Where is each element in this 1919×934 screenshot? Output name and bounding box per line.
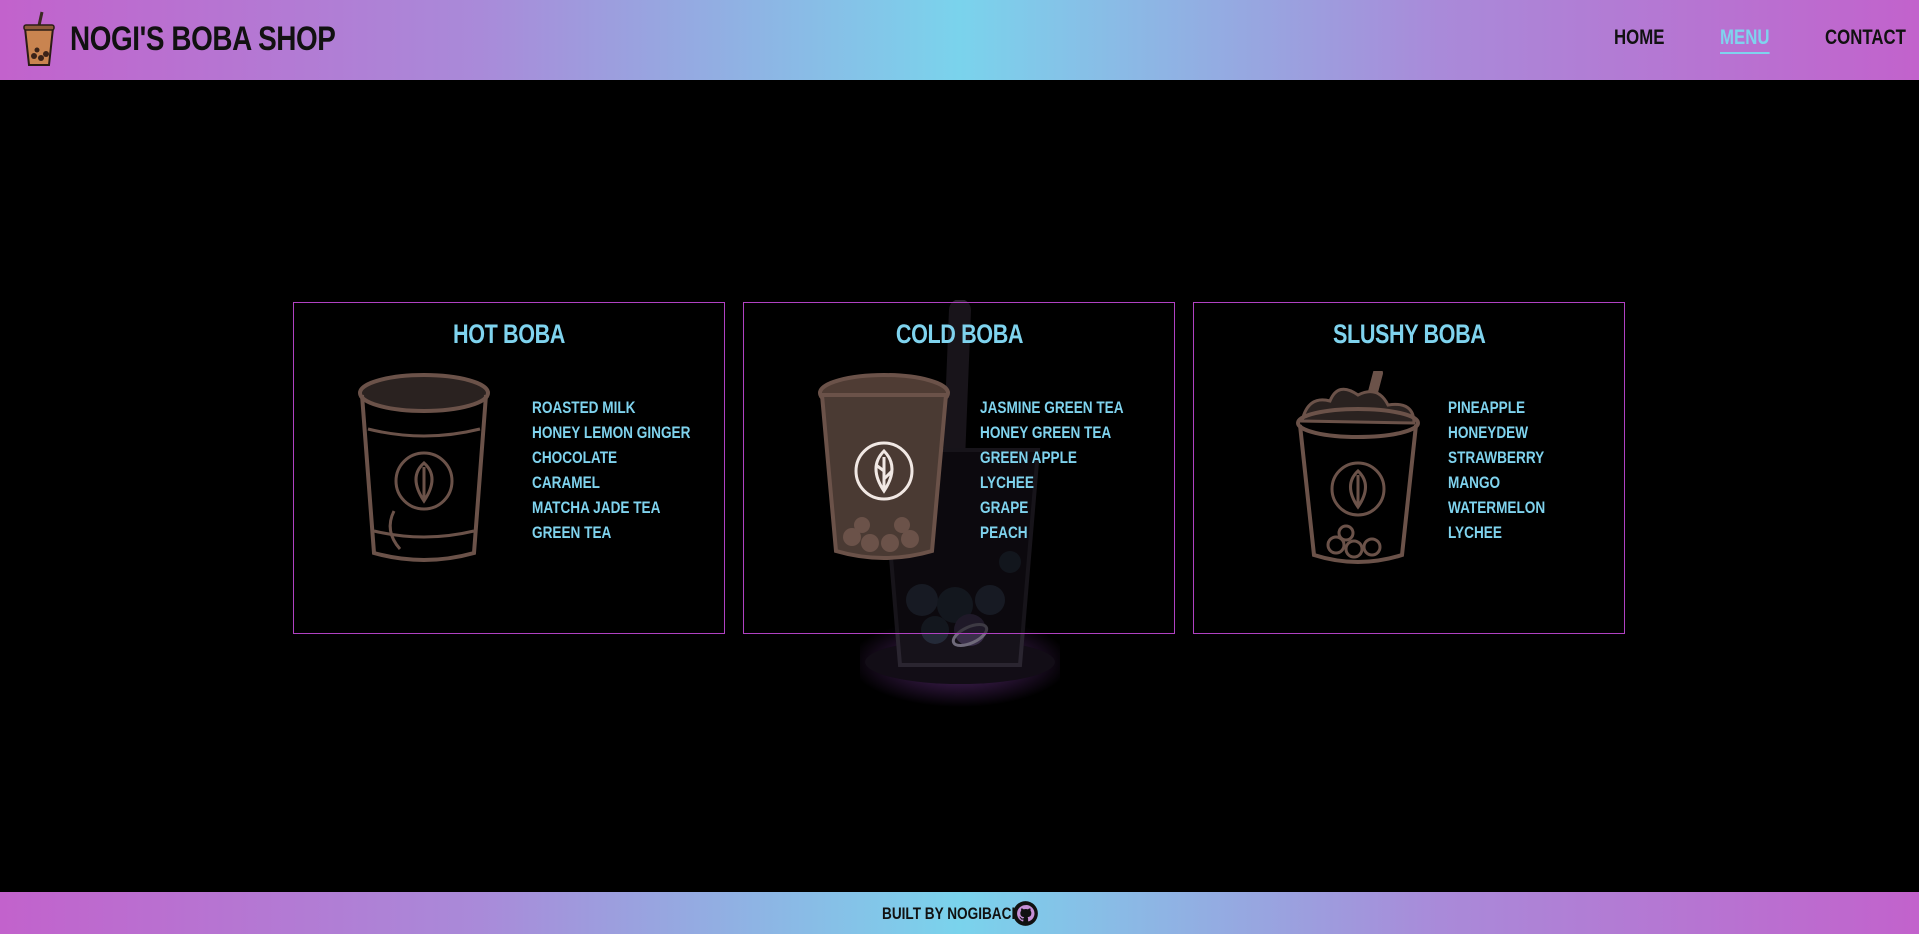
list-item: GREEN TEA (532, 523, 612, 542)
nav-menu[interactable]: MENU (1720, 26, 1769, 54)
list-item: PEACH (980, 523, 1028, 542)
card-title: HOT BOBA (453, 319, 565, 349)
list-item: CHOCOLATE (532, 448, 618, 467)
boba-logo-icon[interactable] (20, 10, 58, 68)
hot-boba-cup-icon (358, 373, 490, 562)
list-item: LYCHEE (1448, 523, 1502, 542)
footer-credit: BUILT BY NOGIBACK (882, 904, 1022, 923)
site-title[interactable]: NOGI'S BOBA SHOP (70, 20, 336, 59)
nav-contact[interactable]: CONTACT (1825, 26, 1906, 50)
slushy-boba-items: PINEAPPLE HONEYDEW STRAWBERRY MANGO WATE… (1448, 395, 1570, 545)
list-item: GREEN APPLE (980, 448, 1077, 467)
hot-boba-items: ROASTED MILK HONEY LEMON GINGER CHOCOLAT… (532, 395, 730, 545)
list-item: MANGO (1448, 473, 1501, 492)
list-item: ROASTED MILK (532, 398, 636, 417)
card-title: COLD BOBA (895, 319, 1023, 349)
list-item: CARAMEL (532, 473, 600, 492)
slushy-boba-cup-icon (1296, 371, 1420, 564)
github-icon[interactable] (1012, 900, 1039, 927)
nav-home[interactable]: HOME (1614, 26, 1664, 50)
site-footer: BUILT BY NOGIBACK (0, 892, 1919, 934)
list-item: STRAWBERRY (1448, 448, 1545, 467)
menu-card-hot-boba: HOT BOBA ROASTED MILK HONEY LEMON GINGER… (293, 302, 725, 634)
list-item: MATCHA JADE TEA (532, 498, 661, 517)
cold-boba-cup-icon (818, 373, 950, 560)
list-item: GRAPE (980, 498, 1029, 517)
list-item: HONEYDEW (1448, 423, 1529, 442)
list-item: JASMINE GREEN TEA (980, 398, 1124, 417)
list-item: WATERMELON (1448, 498, 1546, 517)
list-item: LYCHEE (980, 473, 1034, 492)
list-item: PINEAPPLE (1448, 398, 1526, 417)
card-title: SLUSHY BOBA (1332, 319, 1486, 349)
list-item: HONEY LEMON GINGER (532, 423, 691, 442)
list-item: HONEY GREEN TEA (980, 423, 1112, 442)
menu-card-slushy-boba: SLUSHY BOBA PINEAPPLE HONEYDEW STRAWBERR… (1193, 302, 1625, 634)
site-header: NOGI'S BOBA SHOP HOME MENU CONTACT (0, 0, 1919, 80)
cold-boba-items: JASMINE GREEN TEA HONEY GREEN TEA GREEN … (980, 395, 1159, 545)
menu-card-cold-boba: COLD BOBA JASMINE GREEN TEA HONEY GREEN … (743, 302, 1175, 634)
